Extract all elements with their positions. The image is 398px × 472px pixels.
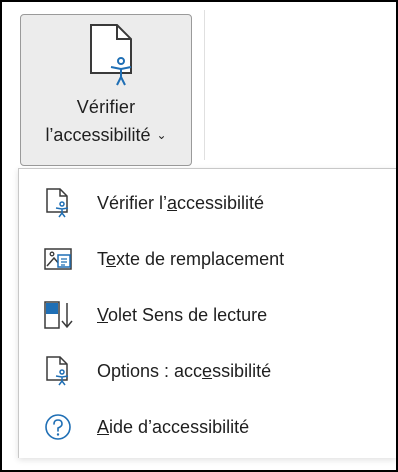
menu-item-alt-text[interactable]: Texte de remplacement: [19, 235, 396, 283]
menu-item-label: Aide d’accessibilité: [97, 416, 250, 437]
button-label-line2: l’accessibilité ⌄: [45, 125, 167, 145]
help-icon: [43, 412, 73, 442]
menu-item-reading-order-pane[interactable]: Volet Sens de lecture: [19, 291, 396, 339]
menu-item-accessibility-options[interactable]: Options : accessibilité: [19, 347, 396, 395]
menu-item-check-accessibility[interactable]: Vérifier l’accessibilité: [19, 179, 396, 227]
accessibility-options-icon: [43, 356, 73, 386]
accessibility-check-icon: [43, 188, 73, 218]
ribbon-group: Vérifier l’accessibilité ⌄: [2, 2, 396, 170]
button-label-line1: Vérifier: [76, 97, 136, 117]
menu-item-label: Options : accessibilité: [97, 360, 272, 381]
reading-order-pane-icon: [43, 300, 73, 330]
menu-item-label: Volet Sens de lecture: [97, 304, 268, 325]
accessibility-dropdown-menu: Vérifier l’accessibilité Texte de rempla…: [18, 168, 396, 458]
accessibility-document-icon: [87, 23, 135, 87]
menu-item-accessibility-help[interactable]: Aide d’accessibilité: [19, 403, 396, 451]
menu-item-label: Texte de remplacement: [97, 248, 285, 269]
menu-item-label: Vérifier l’accessibilité: [97, 192, 265, 213]
check-accessibility-split-button[interactable]: Vérifier l’accessibilité ⌄: [20, 14, 192, 166]
chevron-down-icon[interactable]: ⌄: [156, 128, 166, 142]
ribbon-separator: [204, 10, 205, 160]
alt-text-icon: [43, 244, 73, 274]
